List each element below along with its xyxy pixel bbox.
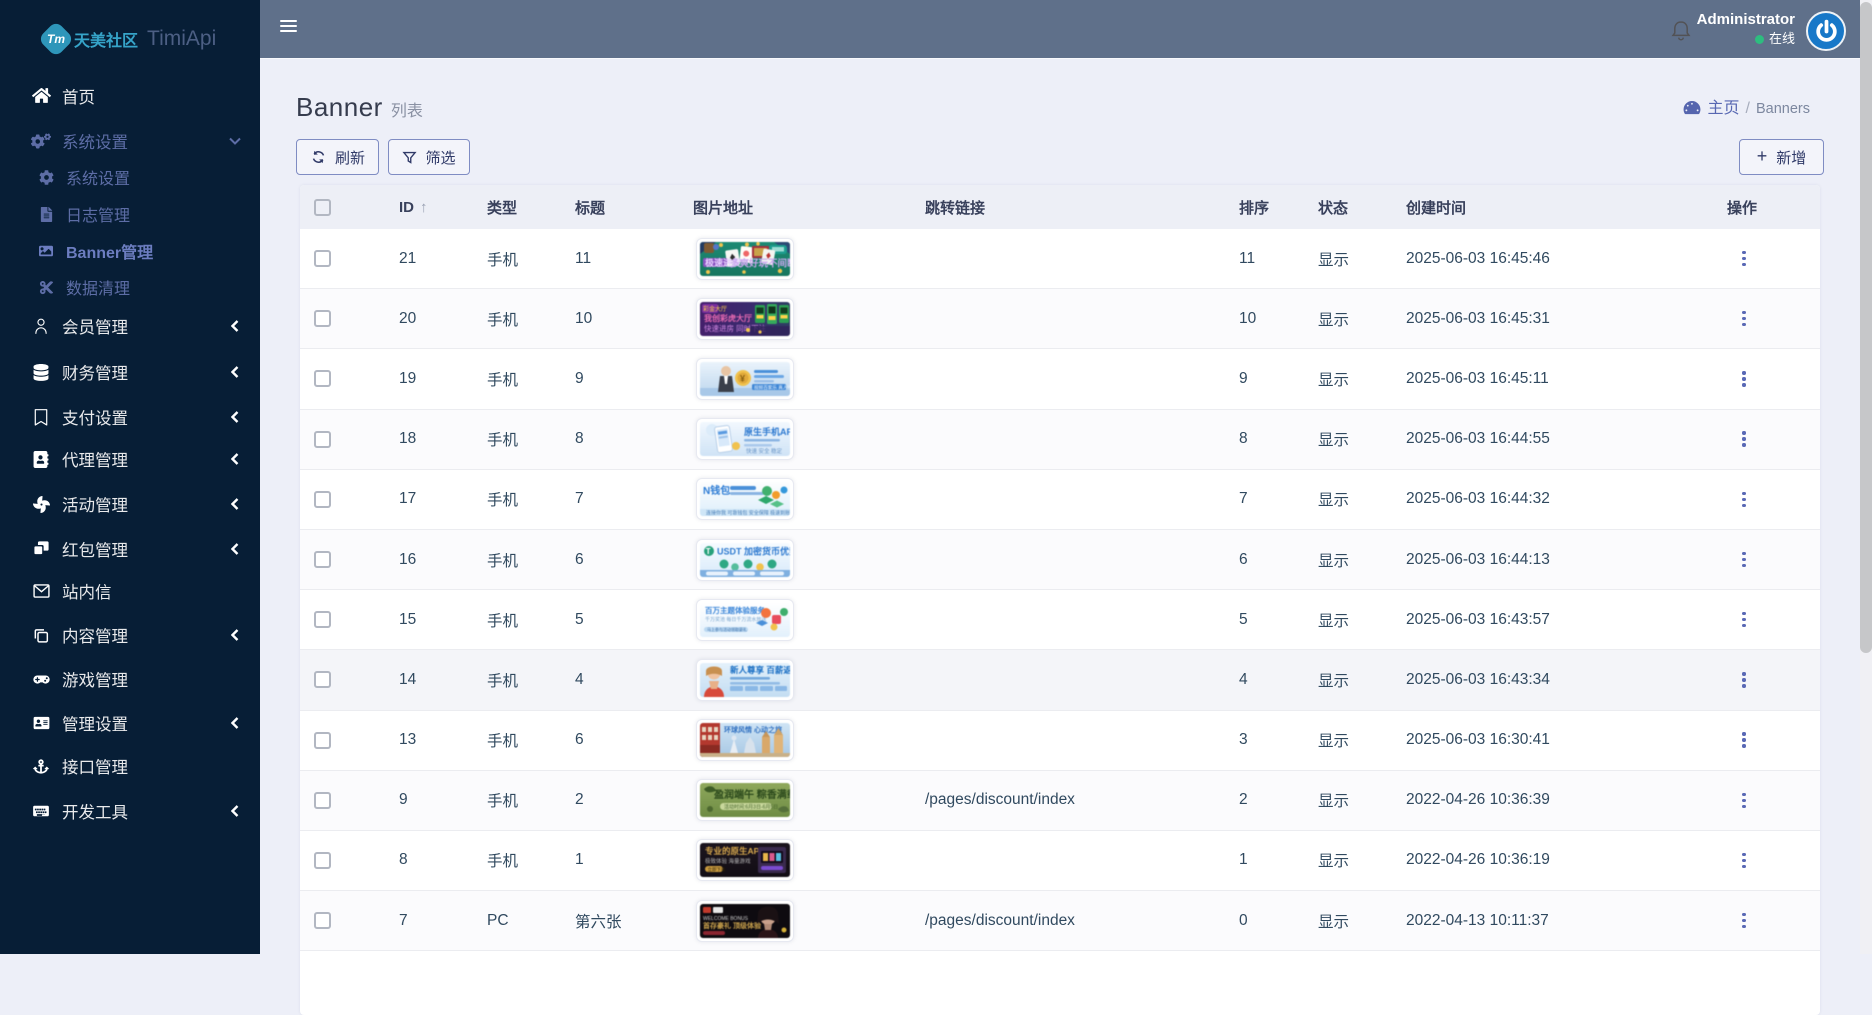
svg-text:环球风情 心动之旅: 环球风情 心动之旅 [724,725,782,734]
svg-text:我创彩虎大厅: 我创彩虎大厅 [704,313,752,323]
svg-text:首存豪礼 顶级体验: 首存豪礼 顶级体验 [703,921,762,930]
svg-text:新人尊享 百薪返利: 新人尊享 百薪返利 [730,665,790,675]
svg-text:视频百家乐 真人视讯: 视频百家乐 真人视讯 [754,384,790,391]
svg-text:T: T [706,547,711,556]
svg-text:WELCOME BONUS: WELCOME BONUS [703,916,749,922]
svg-text:多爽好玩不间断: 多爽好玩不间断 [730,257,790,269]
svg-text:马上参与活动领取豪礼: 马上参与活动领取豪礼 [707,626,747,632]
svg-text:千万奖池 每日千万流水放送: 千万奖池 每日千万流水放送 [705,616,766,623]
svg-text:快速 安全 稳定: 快速 安全 稳定 [746,447,783,455]
svg-text:¥: ¥ [740,373,745,383]
svg-text:原生手机APP: 原生手机APP [744,426,790,437]
svg-text:极致体验 海量游戏: 极致体验 海量游戏 [705,857,751,865]
svg-text:百万主题体验服务: 百万主题体验服务 [705,605,765,615]
svg-text:N钱包: N钱包 [703,484,730,497]
svg-text:USDT 加密货币优势: USDT 加密货币优势 [717,545,790,556]
svg-text:立即下载: 立即下载 [708,866,726,873]
svg-text:彩金大厅: 彩金大厅 [703,305,727,313]
svg-text:专业的原生APP: 专业的原生APP [705,846,765,856]
svg-text:连接你我 可靠钱包 安全保障 极速到账: 连接你我 可靠钱包 安全保障 极速到账 [706,510,790,517]
svg-text:盈润端午 粽香满载: 盈润端午 粽香满载 [713,788,790,801]
svg-text:活动时间:6月3日-6月5日: 活动时间:6月3日-6月5日 [724,804,778,811]
